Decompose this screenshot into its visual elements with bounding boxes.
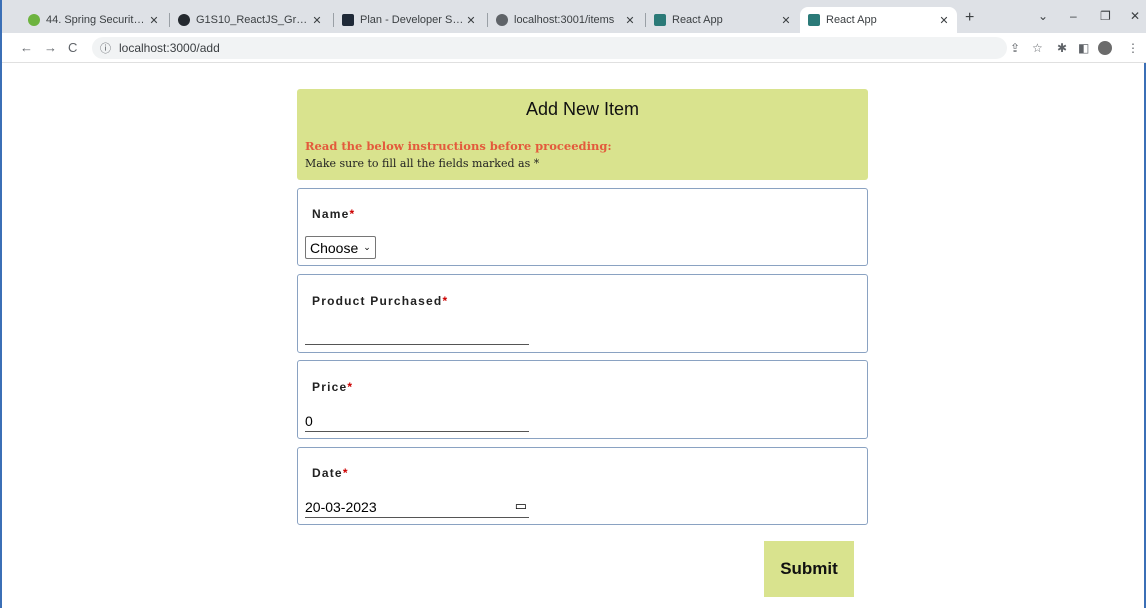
price-label: Price*	[312, 380, 354, 394]
address-bar[interactable]: ⓘ localhost:3000/add	[92, 37, 1007, 59]
close-window-button[interactable]: ✕	[1130, 9, 1140, 23]
minimize-button[interactable]: –	[1070, 9, 1077, 23]
restore-button[interactable]: ❐	[1100, 9, 1111, 23]
product-input[interactable]	[305, 323, 529, 345]
site-info-icon[interactable]: ⓘ	[100, 40, 111, 56]
globe-icon	[496, 14, 508, 26]
tab-title: localhost:3001/items	[514, 14, 615, 26]
calendar-icon[interactable]: ▭	[515, 498, 527, 514]
browser-toolbar: ← → C ⓘ localhost:3000/add ⇪ ☆ ✱ ◧ ⋮	[2, 33, 1146, 63]
bookmark-star-icon[interactable]: ☆	[1032, 41, 1043, 55]
price-input[interactable]: 0	[305, 410, 529, 432]
tab-plan-developer-skills[interactable]: Plan - Developer Skills Platf ✕	[334, 7, 484, 33]
name-label: Name*	[312, 207, 356, 221]
tab-title: Plan - Developer Skills Platf	[360, 14, 464, 26]
tab-title: G1S10_ReactJS_GradedProj	[196, 14, 310, 26]
date-label: Date*	[312, 466, 349, 480]
react-icon	[654, 14, 666, 26]
reload-icon[interactable]: C	[68, 40, 77, 55]
name-select-value: Choose	[310, 239, 359, 256]
product-field-card: Product Purchased*	[297, 274, 868, 353]
github-icon	[178, 14, 190, 26]
tab-title: React App	[826, 14, 877, 26]
close-icon[interactable]: ✕	[623, 14, 637, 27]
chevron-down-icon: ⌄	[363, 242, 371, 252]
instructions-heading: Read the below instructions before proce…	[305, 139, 612, 153]
back-arrow-icon[interactable]: ←	[20, 40, 33, 55]
react-icon	[808, 14, 820, 26]
new-tab-button[interactable]: +	[965, 9, 974, 27]
tab-localhost-items[interactable]: localhost:3001/items ✕	[488, 7, 643, 33]
tab-search-chevron-icon[interactable]: ⌄	[1038, 9, 1048, 23]
submit-button[interactable]: Submit	[764, 541, 854, 597]
form-header: Add New Item Read the below instructions…	[297, 89, 868, 180]
tab-title: 44. Spring Security FAQ	[46, 14, 147, 26]
close-icon[interactable]: ✕	[310, 14, 324, 27]
product-label: Product Purchased*	[312, 294, 449, 308]
menu-kebab-icon[interactable]: ⋮	[1127, 41, 1139, 55]
tab-strip: 44. Spring Security FAQ ✕ G1S10_ReactJS_…	[2, 0, 1146, 33]
extensions-icon[interactable]: ✱	[1057, 41, 1067, 55]
close-icon[interactable]: ✕	[147, 14, 161, 27]
page-title: Add New Item	[525, 99, 640, 119]
instructions-text: Make sure to fill all the fields marked …	[305, 157, 540, 170]
tab-react-app-active[interactable]: React App ✕	[800, 7, 957, 33]
name-select[interactable]: Choose ⌄	[305, 236, 376, 259]
date-field-card: Date* 20-03-2023 ▭	[297, 447, 868, 525]
tab-title: React App	[672, 14, 723, 26]
browser-window: 44. Spring Security FAQ ✕ G1S10_ReactJS_…	[0, 0, 1146, 608]
date-value: 20-03-2023	[305, 498, 377, 515]
date-input[interactable]: 20-03-2023 ▭	[305, 496, 529, 518]
forward-arrow-icon[interactable]: →	[44, 40, 57, 55]
side-panel-icon[interactable]: ◧	[1078, 41, 1089, 55]
tab-react-app[interactable]: React App ✕	[646, 7, 799, 33]
name-field-card: Name* Choose ⌄	[297, 188, 868, 266]
profile-avatar[interactable]	[1098, 41, 1112, 55]
tab-spring-security-faq[interactable]: 44. Spring Security FAQ ✕	[20, 7, 167, 33]
close-icon[interactable]: ✕	[779, 14, 793, 27]
tab-github-project[interactable]: G1S10_ReactJS_GradedProj ✕	[170, 7, 330, 33]
spring-icon	[28, 14, 40, 26]
url-text: localhost:3000/add	[119, 41, 220, 55]
price-field-card: Price* 0	[297, 360, 868, 439]
share-icon[interactable]: ⇪	[1010, 41, 1020, 55]
platform-icon	[342, 14, 354, 26]
close-icon[interactable]: ✕	[937, 14, 951, 27]
close-icon[interactable]: ✕	[464, 14, 478, 27]
